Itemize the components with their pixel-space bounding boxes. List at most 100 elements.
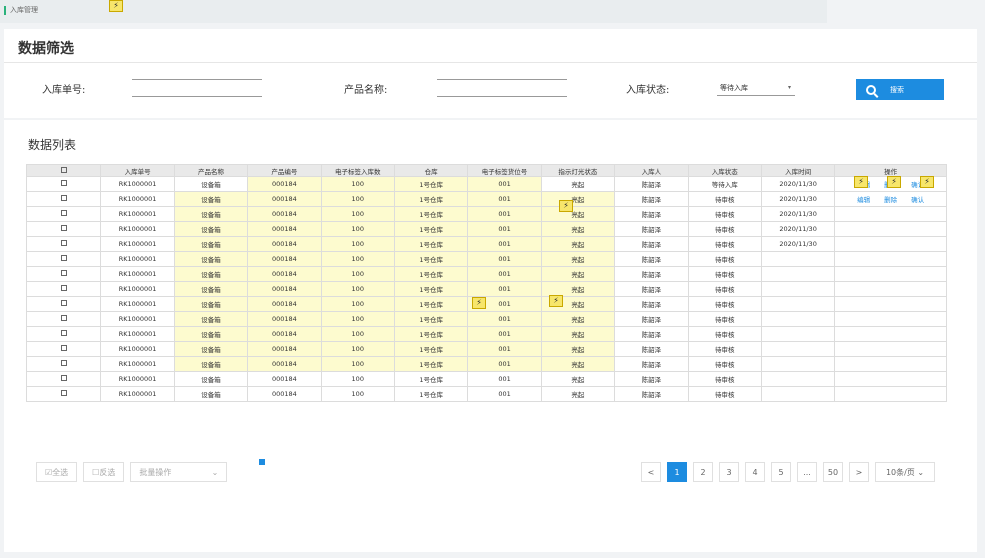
cell-status: 待审核 xyxy=(687,221,762,237)
confirm-button[interactable]: 确认 xyxy=(911,196,924,204)
table-row[interactable]: RK1000001 设备箱 000184 100 1号仓库 001 亮起 陈韶泽 待审核 xyxy=(25,326,947,342)
order-input-top[interactable] xyxy=(132,79,262,80)
grid-icon[interactable] xyxy=(258,458,266,466)
checkbox-icon[interactable] xyxy=(60,285,67,291)
edit-button[interactable]: 编辑 xyxy=(857,196,870,204)
checkbox-icon[interactable] xyxy=(60,255,67,261)
checkbox-icon[interactable] xyxy=(60,315,67,321)
status-select[interactable]: 等待入库 ▾ xyxy=(717,80,795,96)
product-label: 产品名称: xyxy=(344,85,388,96)
cell-actions xyxy=(834,371,947,387)
cell-code: 000184 xyxy=(247,191,322,207)
delete-button[interactable]: 删除 xyxy=(884,196,897,204)
lightning-icon[interactable]: ⚡ xyxy=(854,176,868,188)
breadcrumb[interactable]: 入库管理 xyxy=(4,6,38,15)
row-checkbox[interactable] xyxy=(25,341,102,357)
cell-product: 设备箱 xyxy=(173,311,249,327)
table-row[interactable]: RK1000001 设备箱 000184 100 1号仓库 001 亮起 陈韶泽 待审核 2020… xyxy=(25,191,947,207)
checkbox-icon[interactable] xyxy=(60,240,67,246)
table-row[interactable]: RK1000001 设备箱 000184 100 1号仓库 001 亮起 陈韶泽 待审核 xyxy=(25,311,947,327)
page-2[interactable]: 2 xyxy=(693,462,713,482)
checkbox-icon[interactable] xyxy=(60,330,67,336)
invert-label: 反选 xyxy=(99,467,116,477)
table-row[interactable]: RK1000001 设备箱 000184 100 1号仓库 001 亮起 陈韶泽 待审核 xyxy=(25,356,947,372)
page-50[interactable]: 50 xyxy=(823,462,843,482)
checkbox-icon[interactable] xyxy=(60,300,67,306)
lightning-icon[interactable]: ⚡ xyxy=(549,295,563,307)
table-row[interactable]: RK1000001 设备箱 000184 100 1号仓库 001 亮起 陈韶泽 待审核 xyxy=(25,281,947,297)
table-row[interactable]: RK1000001 设备箱 000184 100 1号仓库 001 亮起 陈韶泽 待审核 2020… xyxy=(25,236,947,252)
cell-slot: 001 xyxy=(467,371,542,387)
cell-status: 待审核 xyxy=(687,296,762,312)
table-row[interactable]: RK1000001 设备箱 000184 100 1号仓库 001 亮起 陈韶泽 待审核 2020… xyxy=(25,221,947,237)
next-page-button[interactable]: > xyxy=(849,462,869,482)
checkbox-icon[interactable] xyxy=(60,345,67,351)
checkbox-icon[interactable] xyxy=(60,225,67,231)
cell-code: 000184 xyxy=(247,206,322,222)
page-1[interactable]: 1 xyxy=(667,462,687,482)
checkbox-icon[interactable] xyxy=(60,270,67,276)
cell-count: 100 xyxy=(320,311,395,327)
divider xyxy=(4,62,977,63)
cell-actions xyxy=(834,296,947,312)
checkbox-icon[interactable] xyxy=(60,375,67,381)
page-ellipsis[interactable]: ... xyxy=(797,462,817,482)
order-input[interactable] xyxy=(132,96,262,97)
cell-product: 设备箱 xyxy=(173,296,249,312)
prev-page-button[interactable]: < xyxy=(641,462,661,482)
row-checkbox[interactable] xyxy=(25,176,102,192)
checkbox-icon[interactable] xyxy=(60,166,67,173)
table-row[interactable]: RK1000001 设备箱 000184 100 1号仓库 001 亮起 陈韶泽 等待入库 202… xyxy=(25,176,947,192)
batch-select[interactable]: 批量操作 ⌄ xyxy=(130,462,228,482)
cell-warehouse: 1号仓库 xyxy=(393,281,469,297)
cell-person: 陈韶泽 xyxy=(614,326,689,342)
cell-count: 100 xyxy=(320,371,395,387)
page-4[interactable]: 4 xyxy=(745,462,765,482)
checkbox-icon[interactable] xyxy=(60,210,67,216)
row-checkbox[interactable] xyxy=(25,191,102,207)
row-checkbox[interactable] xyxy=(25,266,102,282)
table-row[interactable]: RK1000001 设备箱 000184 100 1号仓库 001 亮起 陈韶泽 待审核 xyxy=(25,386,947,402)
cell-actions xyxy=(834,356,947,372)
lightning-icon[interactable]: ⚡ xyxy=(472,297,486,309)
invert-button[interactable]: ☐ 反选 xyxy=(83,462,125,482)
row-checkbox[interactable] xyxy=(25,386,102,402)
row-checkbox[interactable] xyxy=(25,251,102,267)
page-5[interactable]: 5 xyxy=(771,462,791,482)
row-checkbox[interactable] xyxy=(25,281,102,297)
page-size-select[interactable]: 10条/页 ⌄ xyxy=(875,462,935,482)
row-checkbox[interactable] xyxy=(25,356,102,372)
checkbox-icon[interactable] xyxy=(60,195,67,201)
table-row[interactable]: RK1000001 设备箱 000184 100 1号仓库 001 亮起 陈韶泽 待审核 xyxy=(25,296,947,312)
header-checkbox[interactable] xyxy=(25,164,102,177)
table-row[interactable]: RK1000001 设备箱 000184 100 1号仓库 001 亮起 陈韶泽 待审核 xyxy=(25,251,947,267)
cell-slot: 001 xyxy=(467,176,542,192)
cell-actions xyxy=(834,251,947,267)
table-row[interactable]: RK1000001 设备箱 000184 100 1号仓库 001 亮起 陈韶泽 待审核 xyxy=(25,341,947,357)
row-checkbox[interactable] xyxy=(25,206,102,222)
product-input[interactable] xyxy=(437,96,567,97)
row-checkbox[interactable] xyxy=(25,236,102,252)
cell-time: 2020/11/30 xyxy=(760,191,836,207)
product-input-top[interactable] xyxy=(437,79,567,80)
row-checkbox[interactable] xyxy=(25,326,102,342)
cell-warehouse: 1号仓库 xyxy=(393,176,469,192)
table-row[interactable]: RK1000001 设备箱 000184 100 1号仓库 001 亮起 陈韶泽 待审核 2020… xyxy=(25,206,947,222)
select-all-button[interactable]: ☑ 全选 xyxy=(36,462,78,482)
row-checkbox[interactable] xyxy=(25,296,102,312)
lightning-icon[interactable]: ⚡ xyxy=(887,176,901,188)
page-3[interactable]: 3 xyxy=(719,462,739,482)
row-checkbox[interactable] xyxy=(25,221,102,237)
table-row[interactable]: RK1000001 设备箱 000184 100 1号仓库 001 亮起 陈韶泽 待审核 xyxy=(25,371,947,387)
lightning-icon[interactable]: ⚡ xyxy=(920,176,934,188)
checkbox-icon[interactable] xyxy=(60,180,67,186)
lightning-icon[interactable]: ⚡ xyxy=(109,0,123,12)
col-light: 指示灯光状态 xyxy=(540,164,616,177)
table-row[interactable]: RK1000001 设备箱 000184 100 1号仓库 001 亮起 陈韶泽 待审核 xyxy=(25,266,947,282)
checkbox-icon[interactable] xyxy=(60,360,67,366)
checkbox-icon[interactable] xyxy=(60,390,67,396)
row-checkbox[interactable] xyxy=(25,371,102,387)
row-checkbox[interactable] xyxy=(25,311,102,327)
search-button[interactable]: 搜索 xyxy=(856,79,944,100)
lightning-icon[interactable]: ⚡ xyxy=(559,200,573,212)
